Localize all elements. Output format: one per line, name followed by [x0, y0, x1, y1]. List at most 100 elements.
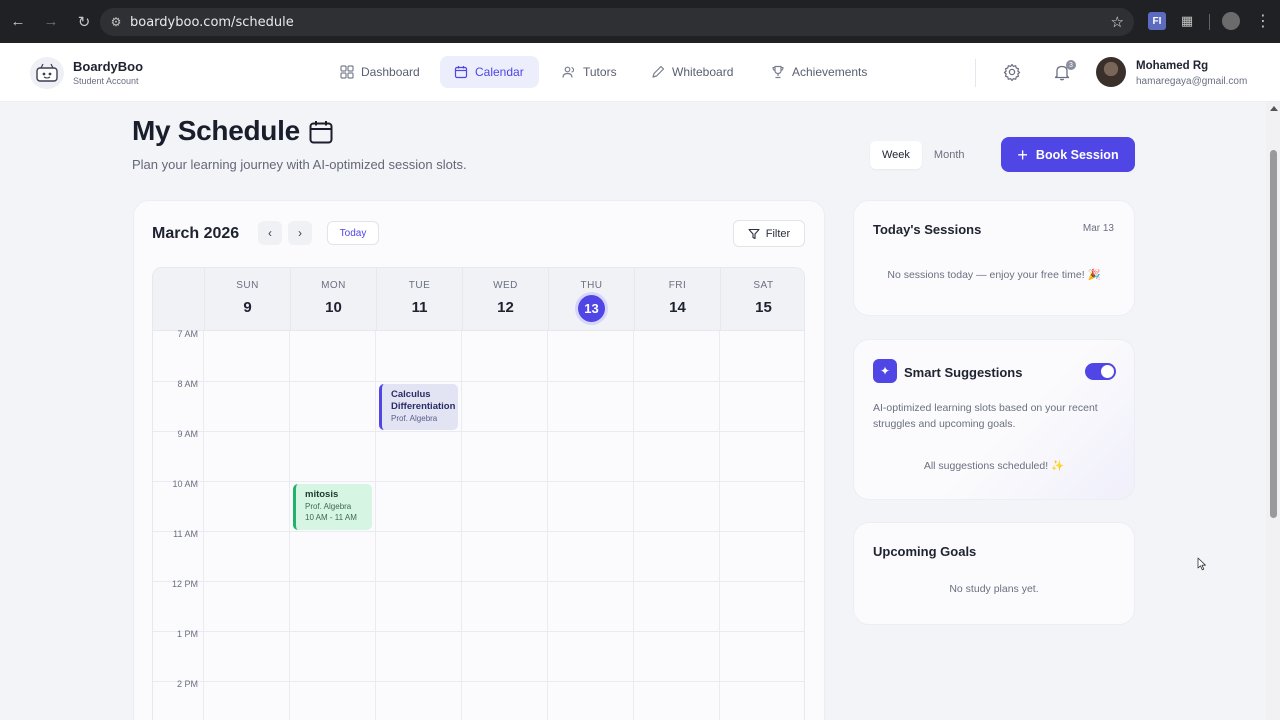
no-sessions-message: No sessions today — enjoy your free time…: [887, 269, 1101, 281]
account-type: Student Account: [73, 76, 139, 86]
day-number: 12: [497, 299, 514, 316]
day-column-header-today[interactable]: THU 13: [548, 268, 634, 331]
extension-fi-icon[interactable]: FI: [1148, 12, 1166, 30]
event-tutor: Prof. Algebra: [391, 414, 438, 423]
view-month-button[interactable]: Month: [922, 141, 977, 169]
todays-sessions-title: Today's Sessions: [873, 222, 982, 237]
todays-sessions-card: Today's Sessions Mar 13 No sessions toda…: [853, 200, 1135, 316]
event-time: 10 AM - 11 AM: [305, 513, 357, 522]
today-button[interactable]: Today: [327, 221, 379, 245]
event-title: mitosis: [305, 489, 339, 500]
book-session-label: Book Session: [1035, 147, 1119, 162]
day-column-header[interactable]: FRI 14: [634, 268, 720, 331]
title-calendar-icon: [309, 121, 333, 144]
view-toggle: Week Month: [870, 141, 980, 169]
day-column-header[interactable]: SAT 15: [720, 268, 804, 331]
filter-button[interactable]: Filter: [733, 220, 805, 247]
session-event-mitosis[interactable]: mitosis Prof. Algebra 10 AM - 11 AM: [293, 484, 372, 530]
forward-icon[interactable]: →: [36, 7, 66, 37]
app-header: BoardyBoo Student Account Dashboard Cale…: [0, 43, 1280, 102]
page-title: My Schedule: [132, 115, 300, 146]
day-column-header[interactable]: TUE 11: [376, 268, 462, 331]
filter-funnel-icon: [748, 228, 760, 239]
header-divider: [975, 59, 976, 87]
back-icon[interactable]: ←: [3, 7, 33, 37]
hour-line: [153, 381, 804, 382]
day-number: 9: [243, 299, 252, 316]
day-name: THU: [580, 280, 603, 291]
event-title: Calculus Differentiation: [391, 389, 456, 412]
hour-line: [153, 681, 804, 682]
reload-icon[interactable]: ↻: [69, 7, 99, 37]
plus-icon: +: [1017, 144, 1028, 165]
calendar-month-label: March 2026: [152, 225, 240, 242]
profile-avatar-icon[interactable]: [1222, 12, 1240, 30]
nav-whiteboard[interactable]: Whiteboard: [637, 56, 747, 88]
settings-gear-icon[interactable]: [1003, 63, 1021, 81]
day-name: WED: [493, 280, 518, 291]
day-column-header[interactable]: WED 12: [462, 268, 548, 331]
day-column-header[interactable]: SUN 9: [204, 268, 290, 331]
nav-dashboard[interactable]: Dashboard: [326, 56, 434, 88]
nav-calendar[interactable]: Calendar: [440, 56, 539, 88]
grid-icon: [340, 65, 354, 79]
day-name: TUE: [408, 280, 431, 291]
column-divider: [719, 331, 720, 720]
column-divider: [203, 331, 204, 720]
column-divider: [375, 331, 376, 720]
time-label: 2 PM: [176, 679, 198, 689]
todays-date: Mar 13: [1082, 223, 1114, 234]
browser-menu-icon[interactable]: ⋮: [1254, 12, 1272, 30]
book-session-button[interactable]: + Book Session: [1001, 137, 1135, 172]
user-email: hamaregaya@gmail.com: [1136, 76, 1248, 87]
page-subtitle: Plan your learning journey with AI-optim…: [132, 157, 467, 172]
bookmark-star-icon[interactable]: ☆: [1111, 13, 1124, 31]
hour-line: [153, 431, 804, 432]
day-number: 14: [669, 299, 686, 316]
page-scrollbar[interactable]: [1266, 102, 1280, 720]
extensions-puzzle-icon[interactable]: ▦: [1178, 12, 1196, 30]
day-number: 15: [755, 299, 772, 316]
nav-calendar-label: Calendar: [475, 65, 524, 79]
upcoming-goals-card: Upcoming Goals No study plans yet.: [853, 522, 1135, 625]
session-event-calculus[interactable]: Calculus Differentiation Prof. Algebra: [379, 384, 458, 430]
week-header: SUN 9 MON 10 TUE 11 WED 12 THU 13 FRI 14…: [153, 268, 804, 331]
hour-line: [153, 631, 804, 632]
smart-suggestions-card: ✦ Smart Suggestions AI-optimized learnin…: [853, 339, 1135, 500]
url-text[interactable]: boardyboo.com/schedule: [130, 15, 294, 30]
event-tutor: Prof. Algebra: [305, 502, 352, 511]
scroll-thumb[interactable]: [1270, 150, 1277, 518]
site-settings-icon[interactable]: ⚙: [102, 15, 130, 29]
nav-tutors-label: Tutors: [583, 65, 617, 79]
column-divider: [289, 331, 290, 720]
toolbar-divider: [1209, 14, 1210, 30]
calendar-icon: [454, 66, 468, 79]
pen-icon: [652, 65, 665, 78]
prev-week-chevron-icon[interactable]: ‹: [258, 221, 282, 245]
logo-mascot-icon: [36, 63, 58, 82]
day-name: FRI: [668, 280, 687, 291]
view-week-button[interactable]: Week: [870, 141, 922, 169]
next-week-chevron-icon[interactable]: ›: [288, 221, 312, 245]
day-name: MON: [321, 280, 346, 291]
smart-suggestions-toggle[interactable]: [1085, 363, 1116, 380]
day-column-header[interactable]: MON 10: [290, 268, 376, 331]
user-avatar[interactable]: [1096, 57, 1126, 87]
scroll-up-arrow-icon[interactable]: [1270, 106, 1278, 111]
nav-achievements-label: Achievements: [792, 65, 868, 79]
time-label: 12 PM: [171, 579, 198, 589]
time-label: 11 AM: [173, 529, 198, 539]
nav-achievements[interactable]: Achievements: [757, 56, 881, 88]
boardyboo-logo-icon[interactable]: [30, 57, 64, 89]
toggle-knob: [1101, 365, 1114, 378]
column-divider: [633, 331, 634, 720]
user-name[interactable]: Mohamed Rg: [1136, 60, 1208, 72]
week-grid: SUN 9 MON 10 TUE 11 WED 12 THU 13 FRI 14…: [152, 267, 805, 720]
notification-badge: 3: [1066, 60, 1076, 70]
day-number: 11: [411, 299, 428, 316]
nav-whiteboard-label: Whiteboard: [672, 65, 734, 79]
hour-line: [153, 581, 804, 582]
nav-tutors[interactable]: Tutors: [548, 56, 631, 88]
column-divider: [461, 331, 462, 720]
address-bar[interactable]: ⚙ boardyboo.com/schedule ☆: [100, 8, 1134, 36]
